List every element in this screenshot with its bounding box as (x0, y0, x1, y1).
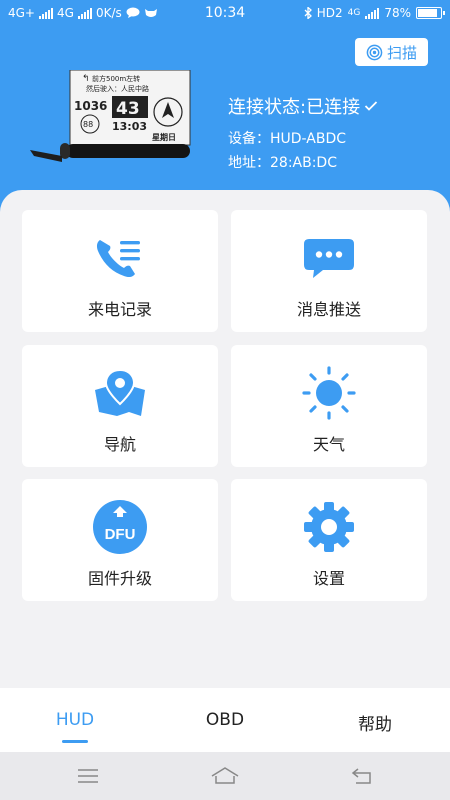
navigation-label: 导航 (103, 435, 136, 454)
call-log-label: 来电记录 (87, 300, 152, 319)
dfu-badge: DFU (105, 526, 136, 543)
network-type-3: 4G (347, 8, 361, 18)
main-content: 来电记录 消息推送 导航 天气 DFU 固件升级 设置 (0, 190, 450, 690)
hud-nav-text-2: 然后驶入：人民中路 (86, 84, 149, 93)
hud-clock: 13:03 (112, 120, 147, 133)
hud-device-image: ↰ 前方500m左转 然后驶入：人民中路 1036 88 43 13:03 星期… (30, 70, 191, 162)
map-pin-icon (90, 367, 150, 419)
status-bar: 4G+ 4G 0K/s 10:34 HD2 4G 78% (0, 0, 450, 28)
firmware-upgrade-card[interactable]: DFU 固件升级 (22, 479, 218, 601)
connection-status-text: 连接状态:已连接 (228, 97, 361, 118)
sun-icon (299, 366, 359, 420)
weather-card[interactable]: 天气 (231, 345, 427, 467)
tab-help[interactable]: 帮助 (325, 710, 425, 735)
active-tab-indicator (62, 740, 88, 743)
scan-label: 扫描 (386, 43, 417, 62)
hud-weekday: 星期日 (152, 132, 176, 142)
bluetooth-icon (304, 7, 312, 19)
scan-button[interactable]: 扫描 (355, 38, 428, 66)
message-push-card[interactable]: 消息推送 (231, 210, 427, 332)
radar-icon (366, 44, 383, 60)
dfu-upgrade-icon: DFU (90, 500, 150, 554)
gear-icon (299, 501, 359, 553)
menu-icon[interactable] (77, 768, 99, 784)
system-nav-bar (0, 752, 450, 800)
back-icon[interactable] (350, 767, 374, 785)
device-name: 设备：HUD-ABDC (228, 131, 347, 147)
firmware-upgrade-label: 固件升级 (87, 569, 152, 588)
hd-label: HD2 (316, 6, 343, 20)
tab-obd[interactable]: OBD (175, 710, 275, 730)
battery-percent: 78% (384, 6, 411, 20)
phone-list-icon (90, 232, 150, 284)
hud-speed: 43 (116, 99, 140, 119)
battery-fill (418, 9, 437, 17)
signal-icon-3 (365, 7, 380, 19)
weather-label: 天气 (312, 435, 345, 454)
check-icon (364, 101, 378, 111)
call-log-card[interactable]: 来电记录 (22, 210, 218, 332)
device-address: 地址：28:AB:DC (228, 155, 337, 171)
hud-arrow: ↰ (82, 74, 90, 84)
navigation-card[interactable]: 导航 (22, 345, 218, 467)
settings-card[interactable]: 设置 (231, 479, 427, 601)
chat-bubble-icon (299, 232, 359, 284)
hud-nav-text-1: 前方500m左转 (92, 74, 140, 83)
message-push-label: 消息推送 (296, 300, 361, 319)
home-icon[interactable] (210, 766, 240, 784)
hud-distance: 88 (83, 120, 93, 129)
settings-label: 设置 (312, 569, 345, 588)
connection-status: 连接状态:已连接 (228, 93, 378, 119)
tab-hud[interactable]: HUD (25, 710, 125, 730)
battery-icon (416, 7, 445, 19)
hud-left-time: 1036 (74, 99, 107, 113)
